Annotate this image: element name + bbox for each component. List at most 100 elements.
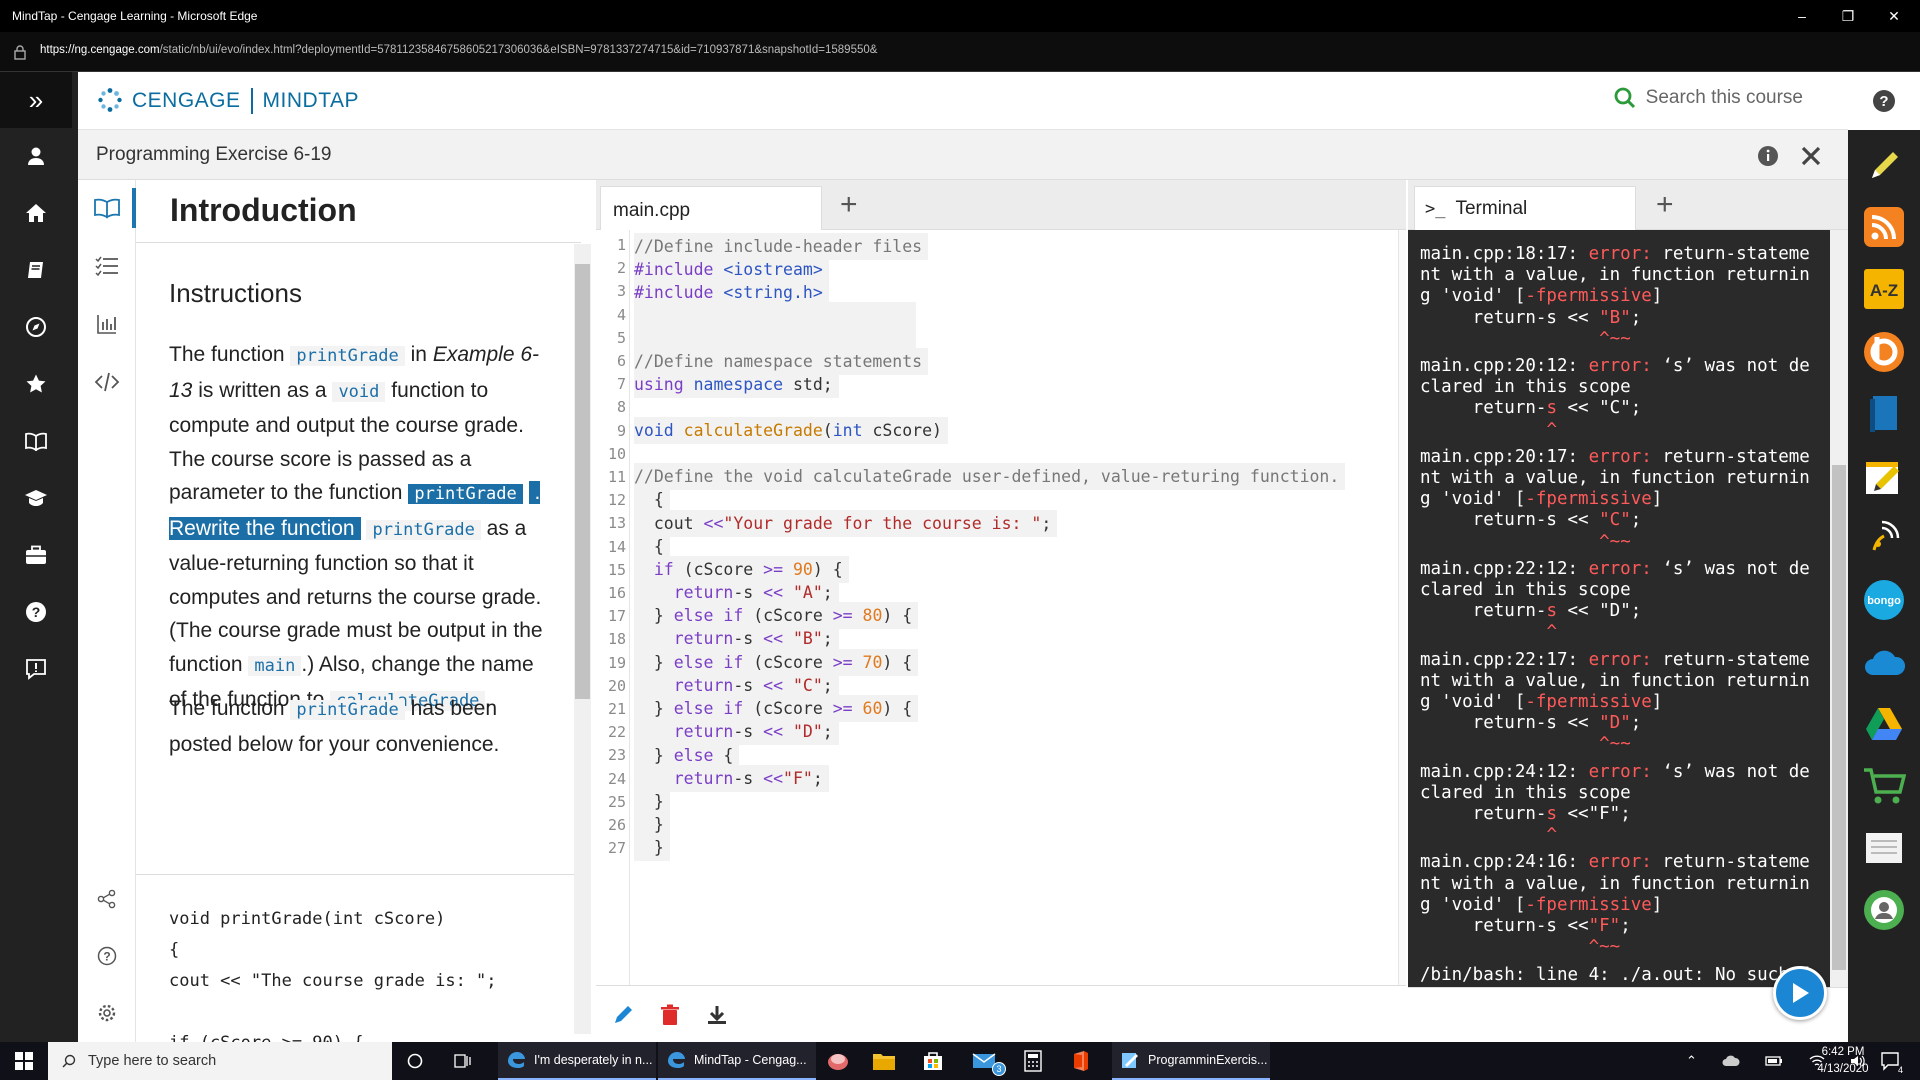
list-icon[interactable] (91, 250, 123, 282)
readspeaker-icon[interactable] (1862, 516, 1906, 560)
scrollbar-thumb[interactable] (575, 264, 590, 699)
pinned-app-icon[interactable] (825, 1042, 851, 1080)
google-drive-icon[interactable] (1862, 702, 1906, 746)
notification-center-icon[interactable]: 4 (1876, 1042, 1904, 1080)
add-file-button[interactable]: + (840, 188, 858, 222)
course-search[interactable]: Search this course (1614, 87, 1803, 109)
taskbar-window-edge-1[interactable]: I'm desperately in n... (498, 1042, 656, 1080)
file-explorer-icon[interactable] (871, 1042, 897, 1080)
tab-terminal[interactable]: >_ Terminal (1414, 186, 1636, 230)
cengage-logo-icon (98, 88, 122, 112)
expand-nav-icon[interactable]: » (0, 72, 72, 128)
tray-cloud-icon[interactable] (1722, 1054, 1740, 1068)
code-line[interactable]: using namespace std; (634, 371, 839, 398)
activity-title: Programming Exercise 6-19 (96, 144, 332, 165)
feedback-icon[interactable] (0, 641, 72, 697)
cart-icon[interactable] (1862, 764, 1906, 808)
notes-icon[interactable] (1862, 454, 1906, 498)
code-line[interactable]: } (634, 834, 670, 861)
office-icon[interactable] (1068, 1042, 1094, 1080)
code-editor[interactable]: 1 2 3 4 5 6 7 8 9 10 11 12 13 14 15 16 17 18 19 20 21 22 23 24 2… (596, 230, 1406, 985)
terminal-tab-bar: >_ Terminal + (1408, 180, 1848, 230)
header-help-icon[interactable]: ? (1848, 72, 1920, 130)
terminal-line: g 'void' [-fpermissive] (1420, 895, 1818, 916)
orange-circle-app-icon[interactable] (1862, 330, 1906, 374)
scrollbar-thumb[interactable] (1832, 465, 1846, 970)
task-view-icon[interactable] (452, 1042, 474, 1080)
tray-battery-icon[interactable] (1765, 1054, 1783, 1068)
help-outline-icon[interactable]: ? (91, 940, 123, 972)
help-circle-icon[interactable]: ? (0, 584, 72, 640)
code-line[interactable]: cout <<"Your grade for the course is: "; (634, 510, 1058, 537)
code-line[interactable]: void calculateGrade(int cScore) (634, 417, 948, 444)
calculator-icon[interactable] (1020, 1042, 1046, 1080)
address-bar[interactable]: https://ng.cengage.com/static/nb/ui/evo/… (0, 32, 1920, 72)
open-book-icon[interactable] (0, 413, 72, 469)
introduction-heading: Introduction (170, 192, 357, 228)
add-terminal-button[interactable]: + (1656, 188, 1674, 222)
terminal-text-run: return-stateme (1651, 649, 1810, 670)
download-icon[interactable] (704, 1002, 730, 1028)
url-text[interactable]: https://ng.cengage.com/static/nb/ui/evo/… (40, 44, 877, 56)
book-icon[interactable] (0, 242, 72, 298)
briefcase-icon[interactable] (0, 527, 72, 583)
code-icon[interactable] (91, 366, 123, 398)
tab-main-cpp[interactable]: main.cpp (600, 186, 822, 230)
pencil-app-icon[interactable] (1862, 144, 1906, 188)
bongo-icon[interactable]: bongo (1862, 578, 1906, 622)
line-number: 21 (607, 700, 626, 718)
onedrive-icon[interactable] (1862, 640, 1906, 684)
account-icon[interactable] (0, 128, 72, 184)
taskbar-search-box[interactable]: Type here to search (48, 1042, 392, 1080)
taskbar-window-notepad[interactable]: ProgramminExercis... (1112, 1042, 1270, 1080)
terminal-line: clared in this scope (1420, 783, 1818, 804)
graduation-cap-icon[interactable] (0, 470, 72, 526)
run-button[interactable] (1773, 966, 1827, 1020)
mail-icon[interactable]: 3 (968, 1042, 1006, 1080)
code-line[interactable]: return-s << "D"; (634, 718, 839, 745)
tray-chevron-up-icon[interactable]: ⌃ (1686, 1053, 1697, 1069)
home-icon[interactable] (0, 185, 72, 241)
terminal-line: g 'void' [-fpermissive] (1420, 286, 1818, 307)
document-icon[interactable] (1862, 826, 1906, 870)
bar-chart-icon[interactable] (91, 308, 123, 340)
terminal-prompt-icon: >_ (1425, 198, 1446, 219)
taskbar-window-label: I'm desperately in n... (534, 1053, 653, 1067)
cengage-mindtap-logo[interactable]: CENGAGE MINDTAP (96, 86, 359, 116)
instructions-scrollbar[interactable] (574, 244, 591, 1034)
terminal-text-run: return-s << (1420, 510, 1600, 531)
code-token: } (634, 653, 674, 672)
editor-footer-toolbar (596, 985, 1406, 1042)
windows-start-icon[interactable] (0, 1042, 48, 1080)
mail-badge: 3 (992, 1062, 1006, 1076)
compass-icon[interactable] (0, 299, 72, 355)
line-number: 17 (607, 607, 626, 626)
minimize-icon[interactable]: – (1780, 0, 1824, 32)
profile-circle-icon[interactable] (1862, 888, 1906, 932)
edit-pencil-icon[interactable] (610, 1002, 636, 1028)
open-book-outline-icon[interactable] (91, 192, 123, 224)
ebook-icon[interactable] (1862, 392, 1906, 436)
code-line[interactable]: return-s << "B"; (634, 625, 839, 652)
terminal-scrollbar[interactable] (1830, 230, 1848, 987)
share-icon[interactable] (91, 883, 123, 915)
taskbar-clock[interactable]: 6:42 PM 4/13/2020 (1808, 1044, 1878, 1078)
restore-icon[interactable]: ❐ (1826, 0, 1870, 32)
code-line[interactable]: { (634, 486, 670, 513)
info-icon[interactable] (1757, 145, 1779, 167)
inline-code: printGrade (366, 519, 481, 540)
store-icon[interactable] (920, 1042, 946, 1080)
cortana-icon[interactable] (404, 1042, 426, 1080)
terminal-output[interactable]: main.cpp:18:17: error: return-stateme nt … (1408, 230, 1830, 987)
close-window-icon[interactable]: ✕ (1872, 0, 1916, 32)
code-line[interactable]: //Define the void calculateGrade user-de… (634, 463, 1346, 490)
close-activity-icon[interactable] (1800, 145, 1822, 167)
terminal-text-run (1420, 937, 1589, 957)
star-icon[interactable] (0, 356, 72, 412)
settings-gear-icon[interactable] (91, 997, 123, 1029)
rss-icon[interactable] (1862, 205, 1906, 249)
delete-trash-icon[interactable] (657, 1002, 683, 1028)
taskbar-window-edge-2[interactable]: MindTap - Cengag... (658, 1042, 816, 1080)
editor-scrollbar[interactable] (1398, 230, 1406, 985)
a-z-glossary-icon[interactable]: A-Z (1862, 267, 1906, 311)
